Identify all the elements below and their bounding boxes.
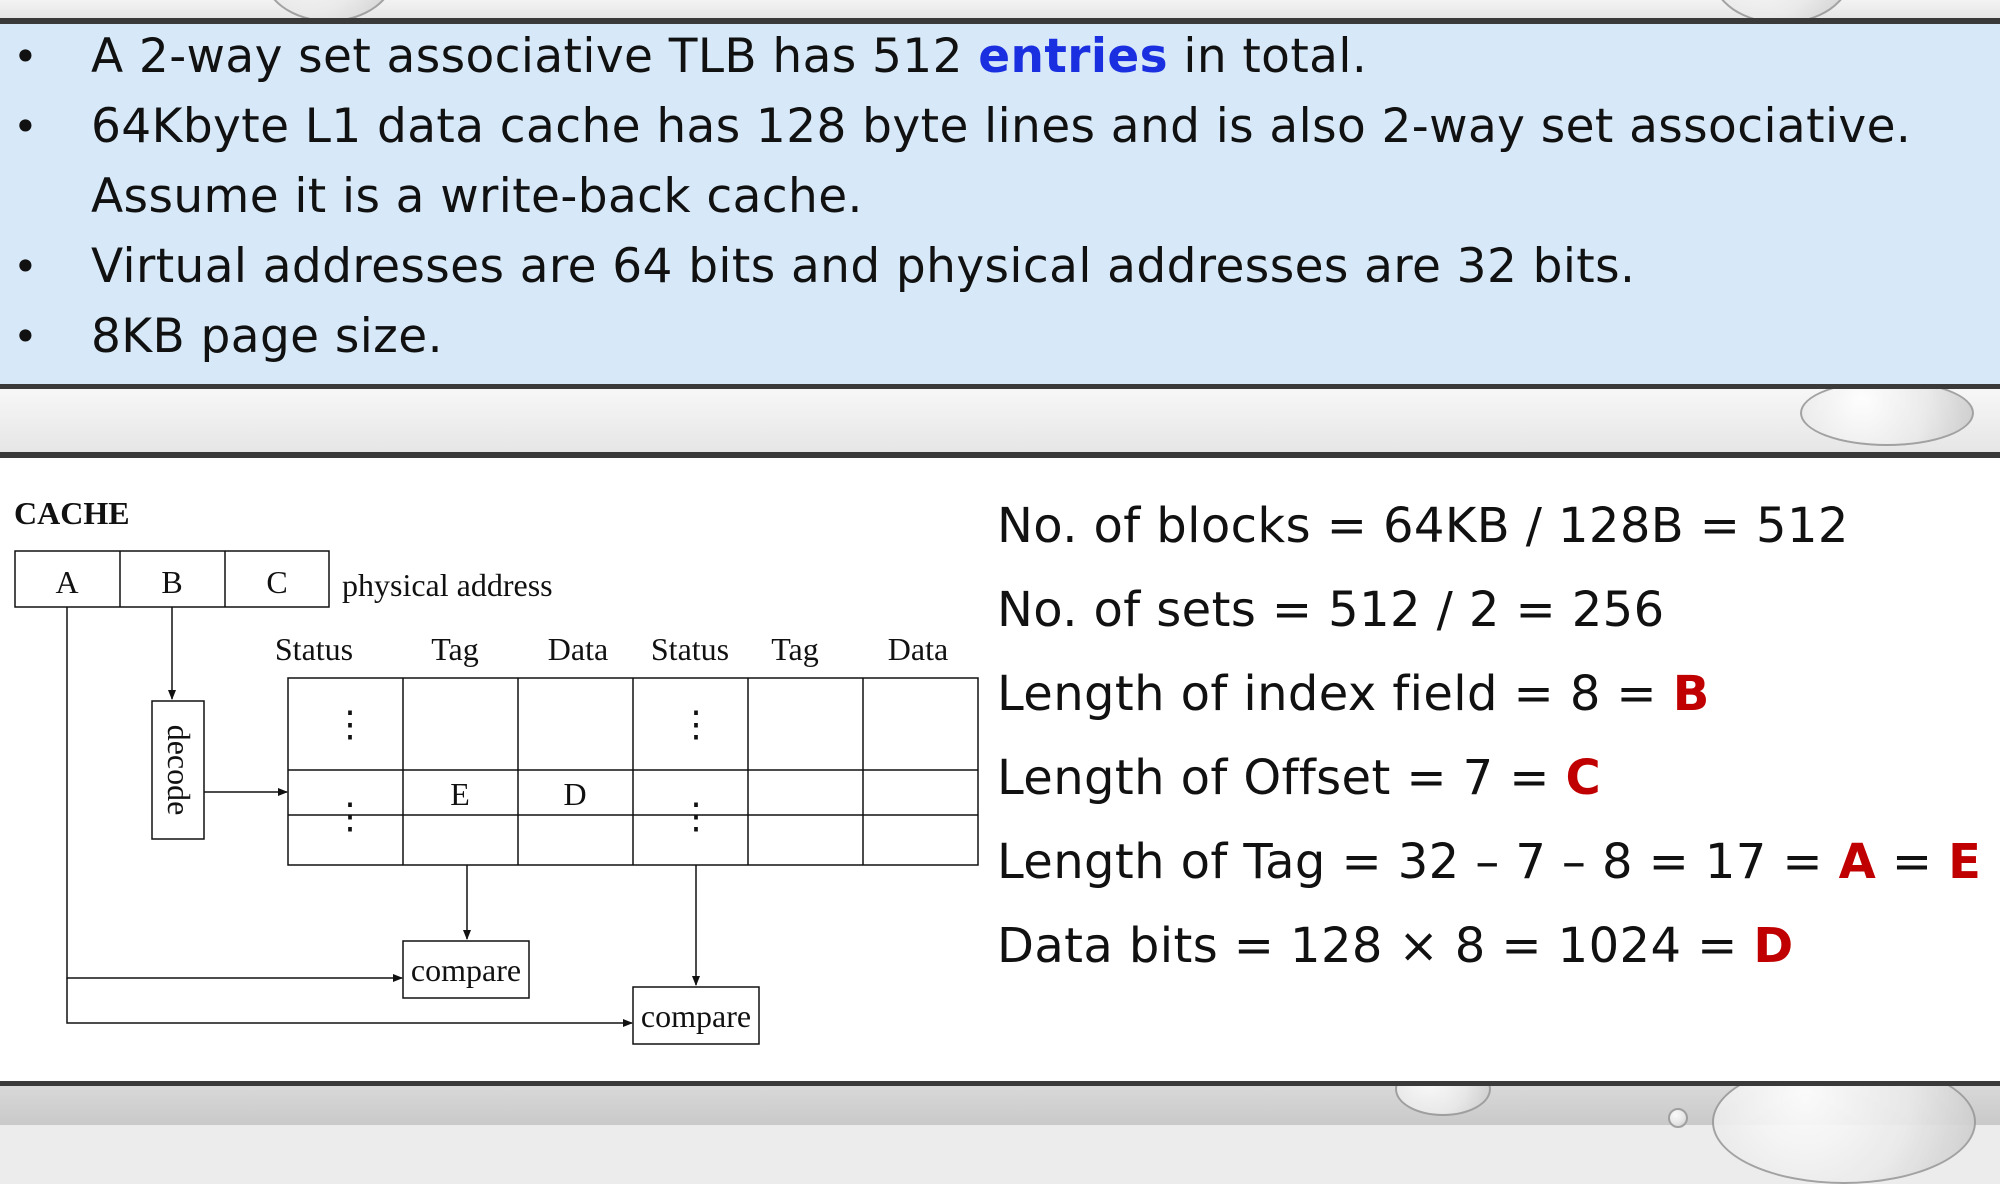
calc-text: = <box>1876 834 1949 890</box>
bullet-text: A 2-way set associative TLB has 512 entr… <box>91 24 1367 90</box>
decoder-label: decode <box>161 725 197 816</box>
cache-diagram: CACHE A B C physical address Status Tag … <box>14 495 979 1045</box>
answer-e: E <box>1948 834 1982 890</box>
calc-index-field: Length of index field = 8 = B <box>997 659 1710 729</box>
table-cell-d: D <box>563 776 586 812</box>
calc-text: No. of sets = 512 / 2 = 256 <box>997 582 1665 638</box>
address-field-a: A <box>55 564 78 600</box>
column-header-status: Status <box>275 631 353 667</box>
address-label: physical address <box>342 567 553 603</box>
solution-panel: CACHE A B C physical address Status Tag … <box>0 458 2000 1081</box>
divider-line <box>0 384 2000 389</box>
bullet-text: 64Kbyte L1 data cache has 128 byte lines… <box>91 99 1912 154</box>
comparator-label: compare <box>641 998 751 1034</box>
answer-b: B <box>1672 666 1710 722</box>
calc-text: Length of Offset = 7 = <box>997 750 1566 806</box>
table-ellipsis: ⋮ <box>678 796 714 836</box>
bullet-marker: • <box>13 312 38 361</box>
diagram-title: CACHE <box>14 495 130 531</box>
slide-middle-band <box>0 388 2000 452</box>
text-run: in total. <box>1168 29 1368 84</box>
calc-tag: Length of Tag = 32 – 7 – 8 = 17 = A = E <box>997 827 1981 897</box>
calc-text: No. of blocks = 64KB / 128B = 512 <box>997 498 1849 554</box>
bullet-marker: • <box>13 242 38 291</box>
calc-sets: No. of sets = 512 / 2 = 256 <box>997 575 1665 645</box>
calc-text: Length of Tag = 32 – 7 – 8 = 17 = <box>997 834 1839 890</box>
answer-a: A <box>1838 834 1877 890</box>
table-cell-e: E <box>450 776 470 812</box>
bullet-marker: • <box>13 32 38 81</box>
column-header-data: Data <box>548 631 608 667</box>
bullet-text: 8KB page size. <box>91 309 443 364</box>
cache-table <box>287 677 979 866</box>
answer-c: C <box>1565 750 1602 806</box>
bubble-decoration <box>1800 380 1974 446</box>
calc-text: Length of index field = 8 = <box>997 666 1673 722</box>
answer-d: D <box>1753 918 1794 974</box>
problem-statement-panel: • A 2-way set associative TLB has 512 en… <box>0 24 2000 384</box>
address-field-b: B <box>161 564 182 600</box>
bullet-text: Virtual addresses are 64 bits and physic… <box>91 239 1636 294</box>
column-header-tag: Tag <box>431 631 479 667</box>
bullet-text: Assume it is a write-back cache. <box>91 169 863 224</box>
slide-bottom-band <box>0 1085 2000 1125</box>
calc-offset: Length of Offset = 7 = C <box>997 743 1601 813</box>
comparator-label: compare <box>411 952 521 988</box>
calc-data-bits: Data bits = 128 × 8 = 1024 = D <box>997 911 1794 981</box>
table-ellipsis: ⋮ <box>678 704 714 744</box>
calc-text: Data bits = 128 × 8 = 1024 = <box>997 918 1754 974</box>
column-header-tag: Tag <box>771 631 819 667</box>
bullet-marker: • <box>13 102 38 151</box>
text-run: A 2-way set associative TLB has 512 <box>91 29 979 84</box>
table-ellipsis: ⋮ <box>332 704 368 744</box>
column-header-data: Data <box>888 631 948 667</box>
calc-blocks: No. of blocks = 64KB / 128B = 512 <box>997 491 1849 561</box>
table-ellipsis: ⋮ <box>332 796 368 836</box>
keyword-entries: entries <box>978 29 1169 84</box>
bubble-decoration <box>1668 1108 1688 1128</box>
address-field-c: C <box>266 564 287 600</box>
column-header-status: Status <box>651 631 729 667</box>
